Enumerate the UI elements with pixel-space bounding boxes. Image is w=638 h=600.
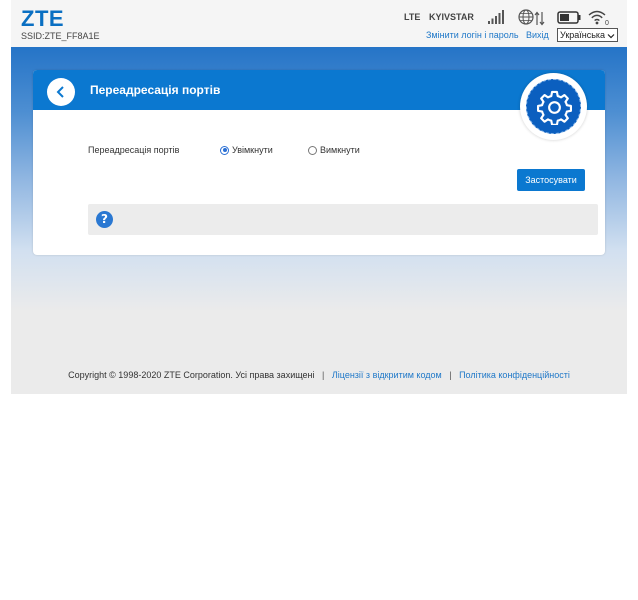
footer-separator: | [449,370,452,380]
gear-icon [537,90,572,125]
radio-enable-label: Увімкнути [232,145,273,155]
help-bar: ? [88,204,598,235]
network-type: LTE [404,12,421,22]
operator-name: KYIVSTAR [429,12,474,22]
footer-separator: | [322,370,325,380]
open-source-license-link[interactable]: Ліцензії з відкритим кодом [332,370,442,380]
radio-enable-dot[interactable] [220,145,229,155]
radio-disable-label: Вимкнути [320,145,360,155]
footer: Copyright © 1998-2020 ZTE Corporation. У… [11,370,627,380]
radio-disable[interactable]: Вимкнути [308,145,360,155]
globe-icon [518,9,546,29]
logout-link[interactable]: Вихід [526,30,549,40]
wifi-clients-count: 0 [605,20,609,26]
apply-button[interactable]: Застосувати [517,169,585,191]
port-forwarding-label: Переадресація портів [88,145,180,155]
change-login-link[interactable]: Змінити логін і пароль [426,30,519,40]
copyright-text: Copyright © 1998-2020 ZTE Corporation. У… [68,370,315,380]
back-button[interactable] [47,78,75,106]
help-icon[interactable]: ? [96,211,113,228]
battery-icon [557,11,581,26]
language-selected: Українська [560,30,606,40]
page: ZTE SSID:ZTE_FF8A1E LTE KYIVSTAR 0 Зміни… [11,0,627,394]
data-arrows-icon [534,11,545,26]
chevron-down-icon [607,31,615,43]
header: ZTE SSID:ZTE_FF8A1E LTE KYIVSTAR 0 Зміни… [11,0,627,47]
language-select[interactable]: Українська [557,28,618,42]
back-arrow-icon [56,86,64,98]
wifi-icon: 0 [588,9,610,28]
settings-badge [520,73,587,140]
port-forwarding-panel: Переадресація портів Переадресація порті… [33,70,605,255]
privacy-policy-link[interactable]: Політика конфіденційності [459,370,570,380]
zte-logo: ZTE [21,6,65,31]
ssid-label: SSID:ZTE_FF8A1E [21,31,100,41]
panel-title: Переадресація портів [90,83,221,97]
signal-icon [487,9,505,27]
radio-disable-dot[interactable] [308,145,317,155]
radio-enable[interactable]: Увімкнути [220,145,273,155]
